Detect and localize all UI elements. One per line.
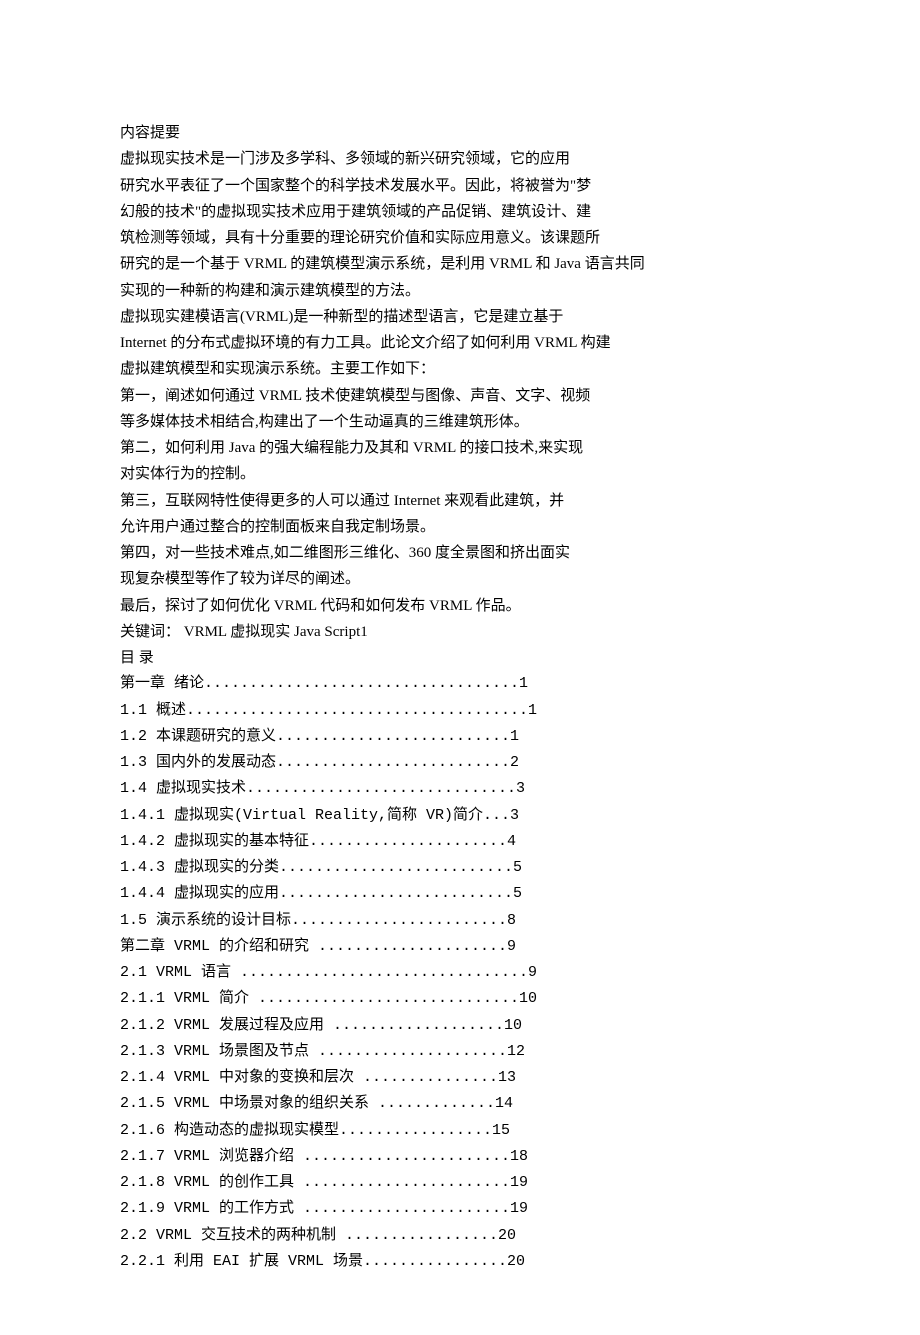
- toc-body: 第一章 绪论..................................…: [120, 671, 800, 1275]
- abstract-line: 关键词： VRML 虚拟现实 Java Script1: [120, 619, 800, 645]
- abstract-line: 虚拟建筑模型和实现演示系统。主要工作如下：: [120, 356, 800, 382]
- document-page: 内容提要 虚拟现实技术是一门涉及多学科、多领域的新兴研究领域，它的应用研究水平表…: [0, 0, 920, 1335]
- toc-entry: 2.1.5 VRML 中场景对象的组织关系 .............14: [120, 1091, 800, 1117]
- toc-entry: 2.1.7 VRML 浏览器介绍 .......................…: [120, 1144, 800, 1170]
- abstract-line: 第二，如何利用 Java 的强大编程能力及其和 VRML 的接口技术,来实现: [120, 435, 800, 461]
- toc-entry: 1.4.4 虚拟现实的应用..........................5: [120, 881, 800, 907]
- toc-entry: 1.3 国内外的发展动态..........................2: [120, 750, 800, 776]
- toc-entry: 1.1 概述..................................…: [120, 698, 800, 724]
- toc-entry: 2.1.1 VRML 简介 ..........................…: [120, 986, 800, 1012]
- toc-title: 目 录: [120, 645, 800, 671]
- abstract-line: 虚拟现实建模语言(VRML)是一种新型的描述型语言，它是建立基于: [120, 304, 800, 330]
- abstract-line: 幻般的技术"的虚拟现实技术应用于建筑领域的产品促销、建筑设计、建: [120, 199, 800, 225]
- toc-entry: 1.5 演示系统的设计目标........................8: [120, 908, 800, 934]
- toc-entry: 2.1.3 VRML 场景图及节点 .....................1…: [120, 1039, 800, 1065]
- abstract-line: 第三，互联网特性使得更多的人可以通过 Internet 来观看此建筑，并: [120, 488, 800, 514]
- abstract-line: 等多媒体技术相结合,构建出了一个生动逼真的三维建筑形体。: [120, 409, 800, 435]
- abstract-title: 内容提要: [120, 120, 800, 146]
- abstract-line: Internet 的分布式虚拟环境的有力工具。此论文介绍了如何利用 VRML 构…: [120, 330, 800, 356]
- toc-entry: 2.1.9 VRML 的工作方式 .......................…: [120, 1196, 800, 1222]
- toc-entry: 1.4 虚拟现实技术..............................…: [120, 776, 800, 802]
- abstract-line: 研究水平表征了一个国家整个的科学技术发展水平。因此，将被誉为"梦: [120, 173, 800, 199]
- abstract-line: 第四，对一些技术难点,如二维图形三维化、360 度全景图和挤出面实: [120, 540, 800, 566]
- abstract-line: 虚拟现实技术是一门涉及多学科、多领域的新兴研究领域，它的应用: [120, 146, 800, 172]
- abstract-line: 第一，阐述如何通过 VRML 技术使建筑模型与图像、声音、文字、视频: [120, 383, 800, 409]
- abstract-line: 现复杂模型等作了较为详尽的阐述。: [120, 566, 800, 592]
- abstract-line: 对实体行为的控制。: [120, 461, 800, 487]
- toc-entry: 2.2.1 利用 EAI 扩展 VRML 场景................2…: [120, 1249, 800, 1275]
- toc-entry: 2.1.8 VRML 的创作工具 .......................…: [120, 1170, 800, 1196]
- abstract-line: 最后，探讨了如何优化 VRML 代码和如何发布 VRML 作品。: [120, 593, 800, 619]
- toc-entry: 2.1 VRML 语言 ............................…: [120, 960, 800, 986]
- toc-entry: 2.1.4 VRML 中对象的变换和层次 ...............13: [120, 1065, 800, 1091]
- toc-entry: 1.4.2 虚拟现实的基本特征......................4: [120, 829, 800, 855]
- toc-entry: 2.2 VRML 交互技术的两种机制 .................20: [120, 1223, 800, 1249]
- abstract-line: 筑检测等领域，具有十分重要的理论研究价值和实际应用意义。该课题所: [120, 225, 800, 251]
- abstract-line: 研究的是一个基于 VRML 的建筑模型演示系统，是利用 VRML 和 Java …: [120, 251, 800, 277]
- toc-entry: 1.4.3 虚拟现实的分类..........................5: [120, 855, 800, 881]
- abstract-body: 虚拟现实技术是一门涉及多学科、多领域的新兴研究领域，它的应用研究水平表征了一个国…: [120, 146, 800, 645]
- toc-entry: 2.1.2 VRML 发展过程及应用 ...................10: [120, 1013, 800, 1039]
- abstract-line: 实现的一种新的构建和演示建筑模型的方法。: [120, 278, 800, 304]
- toc-entry: 第二章 VRML 的介绍和研究 .....................9: [120, 934, 800, 960]
- toc-entry: 2.1.6 构造动态的虚拟现实模型.................15: [120, 1118, 800, 1144]
- toc-entry: 1.4.1 虚拟现实(Virtual Reality,简称 VR)简介...3: [120, 803, 800, 829]
- toc-entry: 1.2 本课题研究的意义..........................1: [120, 724, 800, 750]
- toc-entry: 第一章 绪论..................................…: [120, 671, 800, 697]
- abstract-line: 允许用户通过整合的控制面板来自我定制场景。: [120, 514, 800, 540]
